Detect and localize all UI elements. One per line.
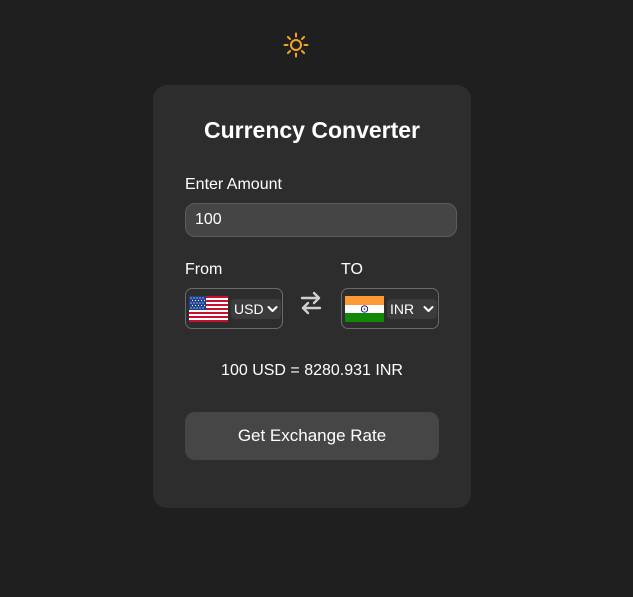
india-flag-icon [345, 295, 384, 322]
converter-card: Currency Converter Enter Amount From TO [153, 85, 471, 508]
from-currency-box: USD [185, 288, 283, 329]
amount-input[interactable] [185, 203, 457, 237]
chevron-down-icon [267, 305, 278, 312]
theme-toggle-button[interactable] [283, 32, 309, 58]
to-currency-select[interactable]: INR [387, 298, 437, 319]
sun-icon [283, 32, 309, 58]
amount-label: Enter Amount [185, 176, 282, 193]
page-title: Currency Converter [203, 117, 421, 143]
conversion-result: 100 USD = 8280.931 INR [221, 362, 403, 379]
from-currency-value: USD [234, 300, 264, 317]
us-flag-icon [189, 295, 228, 322]
to-currency-value: INR [390, 300, 415, 317]
from-label: From [185, 261, 223, 278]
chevron-down-icon [423, 305, 434, 312]
to-currency-box: INR [341, 288, 439, 329]
swap-arrows-icon[interactable] [300, 291, 322, 315]
from-currency-select[interactable]: USD [231, 298, 281, 319]
get-exchange-rate-button[interactable]: Get Exchange Rate [185, 412, 439, 460]
to-label: TO [341, 261, 363, 278]
